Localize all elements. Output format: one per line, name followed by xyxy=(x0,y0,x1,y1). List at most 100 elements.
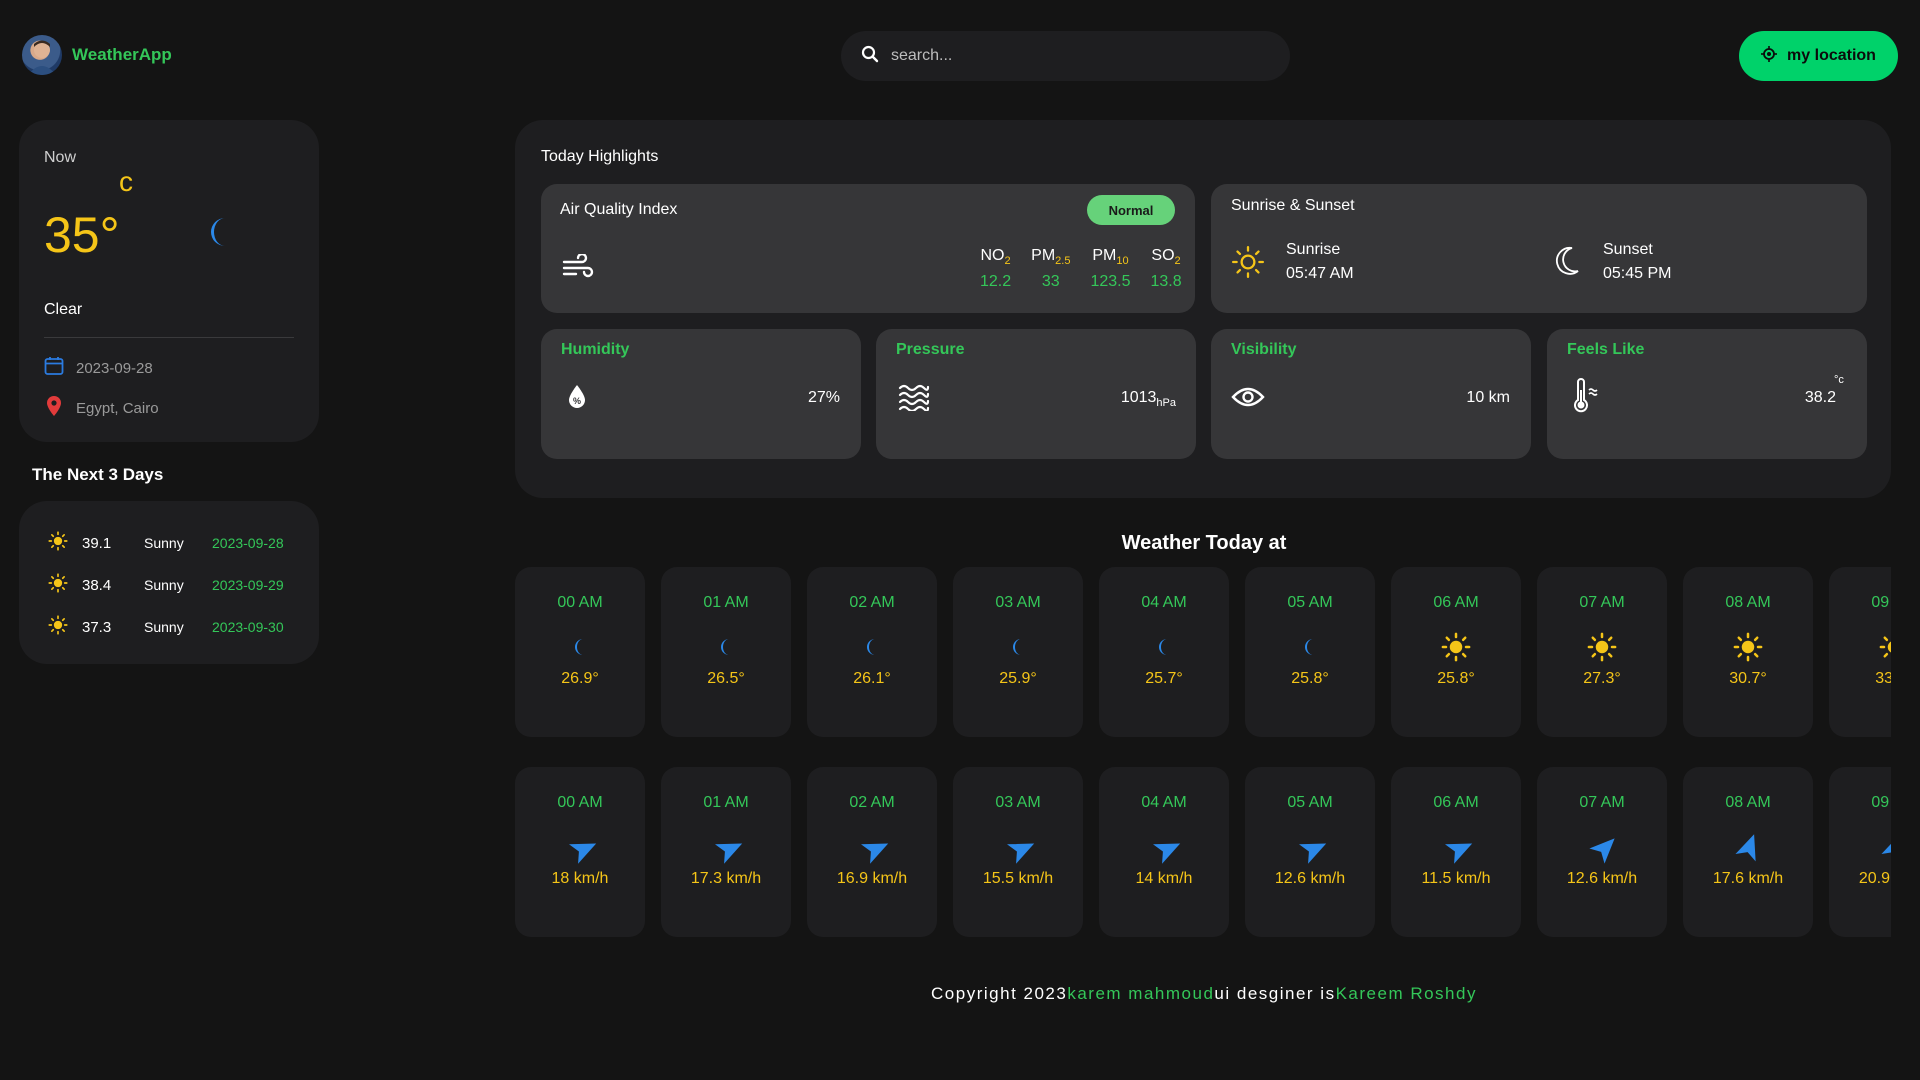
moon-icon xyxy=(1294,631,1326,663)
humidity-title: Humidity xyxy=(561,341,630,358)
now-label: Now xyxy=(44,149,77,166)
pollutant-no2: NO2 12.2 xyxy=(980,247,1011,291)
hour-time: 08 AM xyxy=(1725,794,1771,811)
forecast-temp: 38.4 xyxy=(82,576,112,594)
pollutant-value: 123.5 xyxy=(1090,273,1131,291)
sunrise-sunset-title: Sunrise & Sunset xyxy=(1231,197,1355,214)
footer-copyright: Copyright 2023 xyxy=(931,984,1068,1003)
hour-temperature: 25.7° xyxy=(1145,670,1183,687)
hour-time: 01 AM xyxy=(703,594,749,611)
hour-temperature: 26.1° xyxy=(853,670,891,687)
brand-name: WeatherApp xyxy=(72,45,172,64)
pollutant-pm25: PM2.5 33 xyxy=(1031,247,1070,291)
pressure-title: Pressure xyxy=(896,341,965,358)
wind-direction-icon xyxy=(1148,835,1181,867)
sunset-label: Sunset xyxy=(1603,241,1653,258)
hour-time: 09 AM xyxy=(1871,594,1891,611)
hourly-title: Weather Today at xyxy=(1121,532,1287,554)
hour-time: 00 AM xyxy=(557,594,603,611)
current-location: Egypt, Cairo xyxy=(76,399,159,417)
wind-direction-icon xyxy=(1002,835,1035,867)
hour-wind-speed: 12.6 km/h xyxy=(1566,870,1638,887)
pollutant-subscript: 2 xyxy=(1174,255,1181,268)
hourly-temperature-row[interactable]: 00 AM 26.9° 01 AM 26.5° 02 AM 26.1° 03 AM 25.9°… xyxy=(515,567,1891,737)
footer-designer-link[interactable]: Kareem Roshdy xyxy=(1336,984,1477,1003)
pressure-waves-icon xyxy=(898,383,930,416)
hour-time: 08 AM xyxy=(1725,594,1771,611)
sun-icon xyxy=(1231,245,1265,284)
hourly-temp-card: 06 AM 25.8° xyxy=(1391,567,1521,737)
my-location-label: my location xyxy=(1787,47,1876,64)
footer-author-link[interactable]: karem mahmoud xyxy=(1067,984,1214,1003)
moon-icon xyxy=(564,631,596,663)
hour-wind-speed: 16.9 km/h xyxy=(836,870,908,887)
current-weather-card xyxy=(19,120,319,442)
location-pin-icon xyxy=(44,395,64,421)
hourly-temp-card: 08 AM 30.7° xyxy=(1683,567,1813,737)
sunrise-label: Sunrise xyxy=(1286,241,1341,258)
wind-direction-icon xyxy=(856,835,889,867)
forecast-date: 2023-09-30 xyxy=(212,619,284,635)
hour-time: 04 AM xyxy=(1141,594,1187,611)
pollutant-list: NO2 12.2 PM2.5 33 PM10 123.5 SO2 13.8 xyxy=(980,247,1182,291)
hourly-wind-card: 01 AM 17.3 km/h xyxy=(661,767,791,937)
sunset-time: 05:45 PM xyxy=(1603,265,1672,282)
hourly-wind-card: 02 AM 16.9 km/h xyxy=(807,767,937,937)
hour-wind-speed: 12.6 km/h xyxy=(1274,870,1346,887)
hourly-wind-card: 07 AM 12.6 km/h xyxy=(1537,767,1667,937)
hourly-wind-card: 00 AM 18 km/h xyxy=(515,767,645,937)
wind-direction-icon xyxy=(1294,835,1327,867)
moon-icon xyxy=(710,631,742,663)
hour-wind-speed: 18 km/h xyxy=(551,870,609,887)
hour-temperature: 25.8° xyxy=(1291,670,1329,687)
hour-time: 03 AM xyxy=(995,794,1041,811)
moon-icon xyxy=(1552,245,1582,282)
hour-time: 05 AM xyxy=(1287,794,1333,811)
pollutant-value: 12.2 xyxy=(980,273,1012,291)
location-row: Egypt, Cairo xyxy=(44,395,159,421)
eye-icon xyxy=(1231,385,1265,414)
hour-time: 09 AM xyxy=(1871,794,1891,811)
hour-wind-speed: 15.5 km/h xyxy=(982,870,1054,887)
sun-icon xyxy=(1586,631,1618,663)
svg-text:%: % xyxy=(573,396,581,406)
hourly-temp-card: 07 AM 27.3° xyxy=(1537,567,1667,737)
hour-wind-speed: 17.3 km/h xyxy=(690,870,762,887)
wind-direction-icon xyxy=(1440,835,1473,867)
temperature-unit: c xyxy=(119,166,133,197)
hour-time: 05 AM xyxy=(1287,594,1333,611)
hourly-temp-card: 03 AM 25.9° xyxy=(953,567,1083,737)
forecast-condition: Sunny xyxy=(144,577,184,593)
forecast-day: 38.4 Sunny 2023-09-29 xyxy=(48,573,298,597)
hour-time: 02 AM xyxy=(849,794,895,811)
pollutant-subscript: 10 xyxy=(1116,255,1129,268)
hourly-temp-card: 00 AM 26.9° xyxy=(515,567,645,737)
search-input[interactable] xyxy=(891,47,1271,65)
hour-temperature: 30.7° xyxy=(1729,670,1767,687)
search-bar[interactable] xyxy=(841,31,1290,81)
hour-wind-speed: 14 km/h xyxy=(1135,870,1193,887)
forecast-title: The Next 3 Days xyxy=(32,465,164,484)
hour-time: 06 AM xyxy=(1433,794,1479,811)
pollutant-name: PM xyxy=(1031,247,1056,264)
my-location-button[interactable]: my location xyxy=(1739,31,1898,81)
location-target-icon xyxy=(1761,45,1778,67)
pollutant-value: 13.8 xyxy=(1150,273,1182,291)
hourly-wind-row[interactable]: 00 AM 18 km/h 01 AM 17.3 km/h 02 AM 16.9 km/h… xyxy=(515,767,1891,937)
divider xyxy=(44,337,294,338)
hour-time: 04 AM xyxy=(1141,794,1187,811)
hour-temperature: 25.8° xyxy=(1437,670,1475,687)
hourly-wind-card: 04 AM 14 km/h xyxy=(1099,767,1229,937)
hour-wind-speed: 17.6 km/h xyxy=(1712,870,1784,887)
hour-time: 01 AM xyxy=(703,794,749,811)
pressure-value: 1013 xyxy=(1120,389,1157,406)
hourly-temp-card: 09 AM 33.3° xyxy=(1829,567,1891,737)
humidity-value: 27% xyxy=(807,389,840,406)
wind-direction-icon xyxy=(564,835,597,867)
hourly-wind-card: 08 AM 17.6 km/h xyxy=(1683,767,1813,937)
footer-designer-text: ui desginer is xyxy=(1214,984,1336,1003)
current-temperature: 35° xyxy=(44,207,120,263)
pollutant-subscript: 2.5 xyxy=(1055,255,1071,268)
sunrise-time: 05:47 AM xyxy=(1286,265,1354,282)
current-condition: Clear xyxy=(44,301,83,318)
